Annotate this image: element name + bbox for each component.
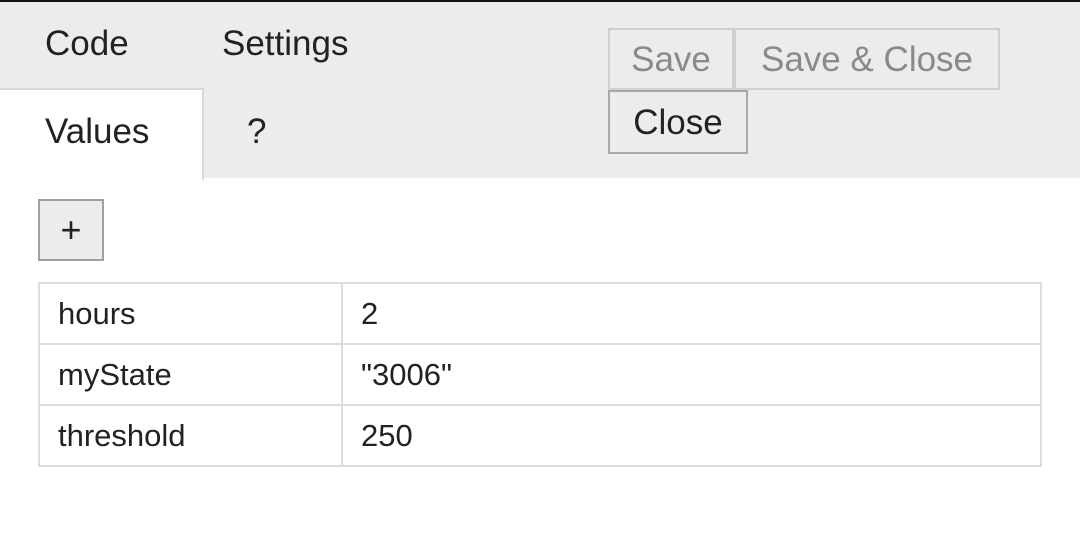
save-and-close-button[interactable]: Save & Close bbox=[734, 28, 1000, 90]
tab-settings[interactable]: Settings bbox=[222, 26, 348, 61]
add-value-button[interactable]: + bbox=[38, 199, 104, 261]
value-key-cell[interactable]: myState bbox=[38, 343, 343, 406]
value-cell[interactable]: 250 bbox=[341, 404, 1042, 467]
tab-values[interactable]: Values bbox=[45, 114, 149, 149]
values-table: hours 2 myState "3006" threshold 250 bbox=[38, 282, 1042, 467]
value-cell[interactable]: 2 bbox=[341, 282, 1042, 345]
dialog-header: Code Settings Values ? Save Save & Close… bbox=[0, 2, 1080, 180]
editor-dialog: Code Settings Values ? Save Save & Close… bbox=[0, 0, 1080, 546]
tab-help[interactable]: ? bbox=[247, 114, 266, 149]
value-key-cell[interactable]: threshold bbox=[38, 404, 343, 467]
value-cell[interactable]: "3006" bbox=[341, 343, 1042, 406]
save-button[interactable]: Save bbox=[608, 28, 734, 90]
value-key-cell[interactable]: hours bbox=[38, 282, 343, 345]
table-row: myState "3006" bbox=[38, 343, 1042, 406]
tab-code[interactable]: Code bbox=[45, 26, 129, 61]
table-row: hours 2 bbox=[38, 282, 1042, 345]
table-row: threshold 250 bbox=[38, 404, 1042, 467]
close-button[interactable]: Close bbox=[608, 90, 748, 154]
